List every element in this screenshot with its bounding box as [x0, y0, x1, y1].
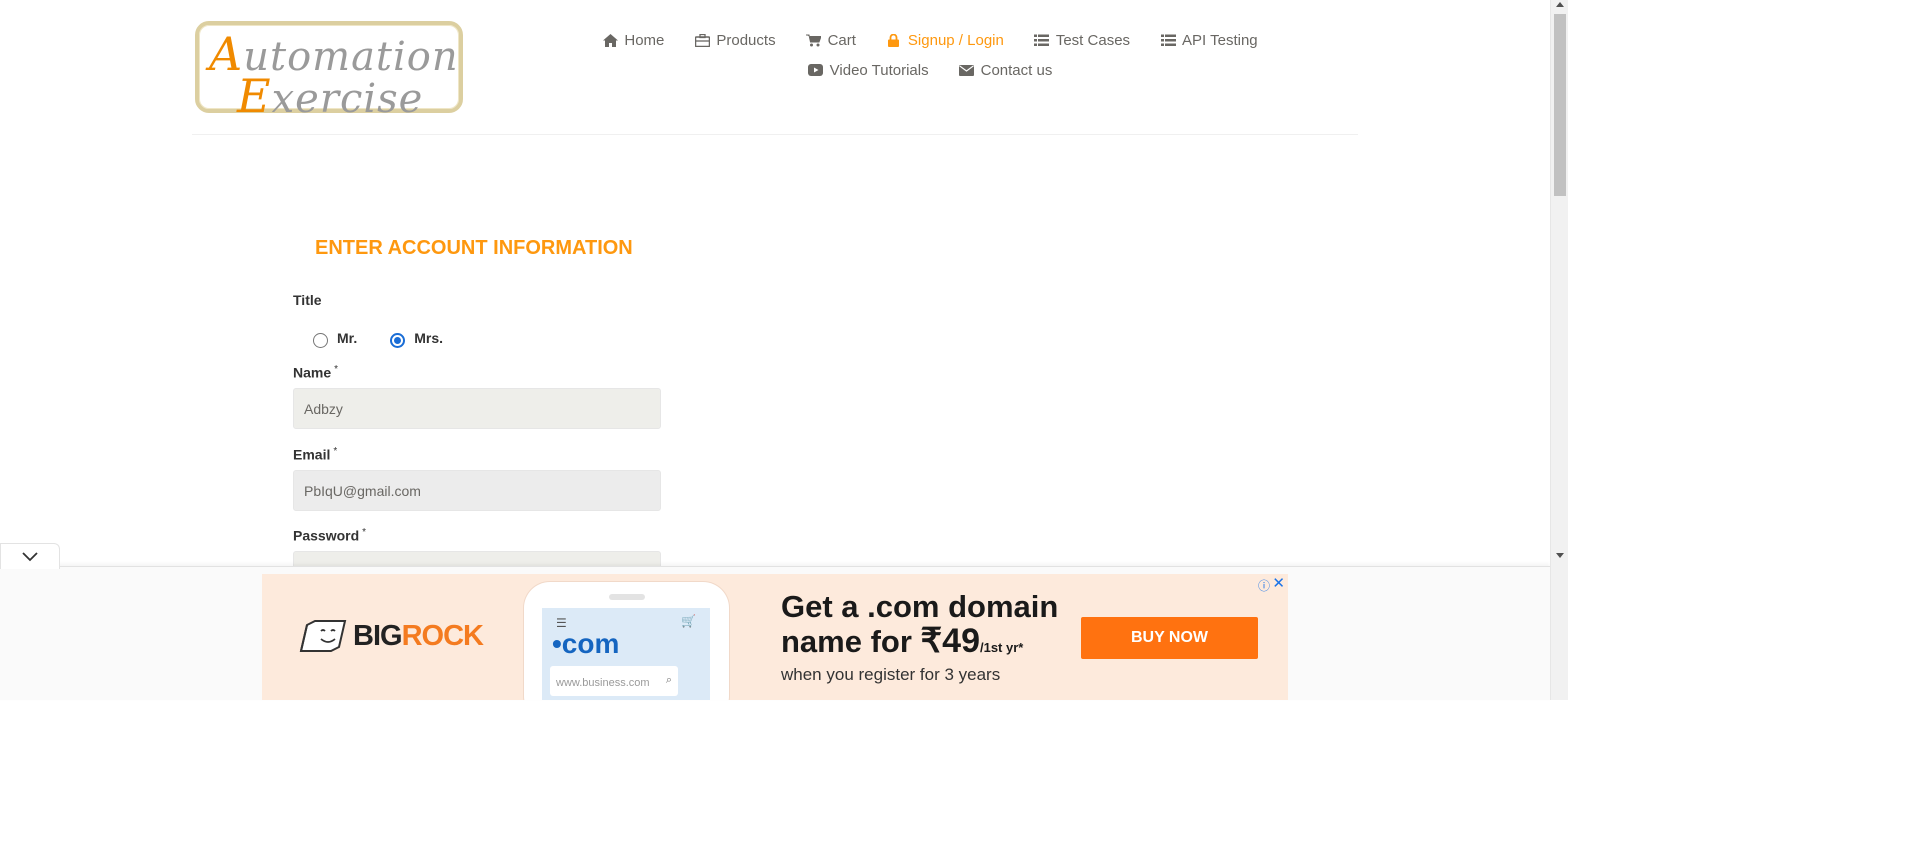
nav-contact-us[interactable]: Contact us — [944, 60, 1068, 80]
lock-icon — [886, 33, 902, 47]
buy-now-button[interactable]: BUY NOW — [1081, 617, 1258, 659]
radio-mrs-label[interactable]: Mrs. — [414, 330, 443, 346]
nav-signup-login[interactable]: Signup / Login — [871, 30, 1019, 50]
scroll-down-arrow-icon[interactable] — [1556, 553, 1564, 558]
list-icon — [1034, 34, 1050, 47]
chevron-down-icon — [22, 551, 38, 561]
envelope-icon — [959, 64, 975, 76]
site-logo[interactable]: Automation Exercise — [195, 21, 463, 123]
nav-home[interactable]: Home — [587, 30, 679, 50]
cart-icon — [806, 34, 822, 47]
page-scrollbar[interactable] — [1550, 0, 1568, 700]
youtube-play-icon — [808, 64, 824, 76]
ad-phone-illustration: ☰ 🛒 •com www.business.com ⌕ — [524, 582, 729, 700]
cart-icon: 🛒 — [681, 614, 696, 628]
password-label: Password * — [293, 527, 367, 544]
ad-subtext: when you register for 3 years — [781, 665, 1001, 684]
ad-close-icon[interactable]: ✕ — [1272, 574, 1285, 592]
header-divider — [192, 134, 1358, 135]
phone-dotcom: •com — [552, 628, 620, 659]
name-label: Name * — [293, 364, 339, 381]
logo-line2: Exercise — [237, 69, 424, 123]
ad-brand-logo: BIGROCK — [299, 619, 484, 653]
page-title: ENTER ACCOUNT INFORMATION — [315, 237, 633, 259]
bigrock-logo-icon — [299, 620, 347, 652]
phone-search-box: www.business.com ⌕ — [550, 666, 678, 696]
email-label: Email * — [293, 446, 338, 463]
radio-mrs[interactable] — [390, 333, 406, 348]
main-nav: Home Products Cart Signup / Login Test C… — [590, 30, 1270, 80]
radio-mr-label[interactable]: Mr. — [337, 330, 357, 346]
ad-info-icon[interactable]: ⓘ — [1258, 577, 1270, 594]
nav-test-cases[interactable]: Test Cases — [1019, 30, 1145, 50]
name-input[interactable]: Adbzy — [293, 388, 661, 429]
nav-products[interactable]: Products — [679, 30, 790, 50]
title-label: Title — [293, 292, 322, 308]
ad-collapse-toggle[interactable] — [0, 543, 60, 569]
scroll-up-arrow-icon[interactable] — [1556, 2, 1564, 7]
radio-mr[interactable] — [313, 333, 328, 348]
nav-video-tutorials[interactable]: Video Tutorials — [793, 60, 944, 80]
title-radio-group: Mr. Mrs. — [313, 327, 443, 348]
nav-cart[interactable]: Cart — [791, 30, 871, 50]
ad-headline: Get a .com domain name for ₹49/1st yr* — [781, 589, 1059, 660]
home-icon — [602, 33, 618, 47]
briefcase-icon — [694, 33, 710, 47]
nav-api-testing[interactable]: API Testing — [1145, 30, 1273, 50]
list-icon — [1160, 34, 1176, 47]
ad-banner[interactable]: BIGROCK ☰ 🛒 •com www.business.com ⌕ Get a… — [262, 574, 1288, 700]
search-icon: ⌕ — [665, 674, 672, 686]
scroll-thumb[interactable] — [1554, 14, 1566, 196]
email-input[interactable]: PbIqU@gmail.com — [293, 470, 661, 511]
